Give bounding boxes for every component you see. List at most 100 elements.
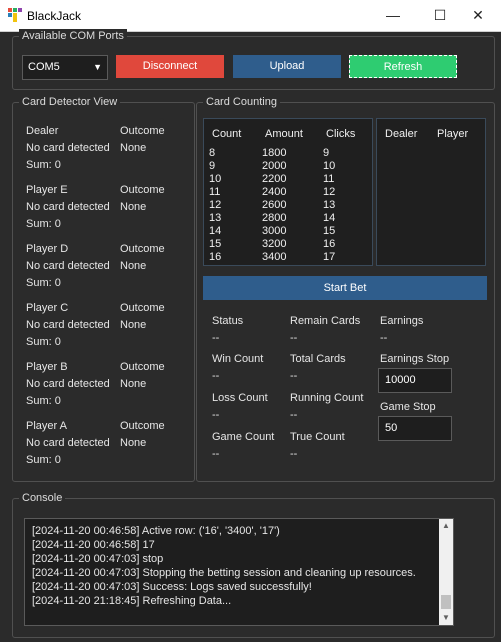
remain-cards-value: -- [290,332,298,344]
card-status: No card detected [26,319,110,331]
scroll-thumb[interactable] [441,595,451,609]
player-name: Player E [26,184,68,196]
player-name: Player C [26,302,69,314]
console-scrollbar[interactable]: ▲ ▼ [439,519,453,625]
com-ports-group-title: Available COM Ports [19,29,127,43]
player-name: Player A [26,420,67,432]
game-count-label: Game Count [212,431,275,443]
table-cell: 16 [323,238,336,250]
chevron-down-icon: ▼ [93,62,102,72]
player-sum: Sum: 0 [26,454,61,466]
scroll-up-icon[interactable]: ▲ [439,519,453,533]
outcome-value: None [120,319,147,331]
table-cell: 14 [323,212,336,224]
player-name: Player B [26,361,68,373]
player-sum: Sum: 0 [26,277,61,289]
game-stop-label: Game Stop [380,401,436,413]
disconnect-button[interactable]: Disconnect [116,55,224,78]
table-cell: 11 [323,173,335,185]
player-sum: Sum: 0 [26,336,61,348]
win-count-value: -- [212,370,220,382]
running-count-label: Running Count [290,392,364,404]
close-button[interactable]: ✕ [455,0,501,31]
table-cell: 12 [209,199,222,211]
earnings-stop-input[interactable]: 10000 [378,368,452,393]
column-header-dealer: Dealer [385,128,418,140]
remain-cards-label: Remain Cards [290,315,361,327]
card-status: No card detected [26,378,110,390]
player-name: Player D [26,243,69,255]
scroll-down-icon[interactable]: ▼ [439,611,453,625]
table-cell: 15 [209,238,222,250]
outcome-header: Outcome [120,243,165,255]
log-line: [2024-11-20 00:46:58] Active row: ('16',… [32,525,280,537]
table-cell: 15 [323,225,336,237]
table-cell: 10 [323,160,336,172]
player-sum: Sum: 0 [26,395,61,407]
outcome-value: None [120,142,147,154]
count-table[interactable]: Count Amount Clicks 8 1800 9 9 2000 10 1… [203,118,373,266]
table-cell: 2800 [262,212,287,224]
column-header-amount: Amount [265,128,303,140]
start-bet-button[interactable]: Start Bet [203,276,487,300]
table-cell: 12 [323,186,336,198]
com-port-value: COM5 [28,61,60,73]
outcome-value: None [120,201,147,213]
refresh-button[interactable]: Refresh [349,55,457,78]
console-log[interactable]: [2024-11-20 00:46:58] Active row: ('16',… [24,518,454,626]
win-count-label: Win Count [212,353,264,365]
table-cell: 14 [209,225,222,237]
table-cell: 10 [209,173,222,185]
total-cards-label: Total Cards [290,353,346,365]
app-icon [8,8,22,22]
running-count-value: -- [290,409,298,421]
earnings-label: Earnings [380,315,424,327]
outcome-header: Outcome [120,361,165,373]
table-cell: 3200 [262,238,287,250]
table-cell: 2600 [262,199,287,211]
table-cell: 13 [323,199,336,211]
table-cell: 3000 [262,225,287,237]
log-line: [2024-11-20 00:47:03] stop [32,553,164,565]
card-status: No card detected [26,142,110,154]
console-group-title: Console [19,491,66,505]
loss-count-label: Loss Count [212,392,268,404]
upload-button[interactable]: Upload [233,55,341,78]
log-line: [2024-11-20 00:47:03] Success: Logs save… [32,581,312,593]
outcome-header: Outcome [120,302,165,314]
column-header-count: Count [212,128,242,140]
log-line: [2024-11-20 00:46:58] 17 [32,539,155,551]
table-cell: 3400 [262,251,287,263]
player-name: Dealer [26,125,59,137]
table-cell: 2400 [262,186,287,198]
dealer-player-table[interactable]: Dealer Player [376,118,486,266]
column-header-clicks: Clicks [326,128,356,140]
card-status: No card detected [26,260,110,272]
card-counting-group-title: Card Counting [203,95,280,109]
outcome-header: Outcome [120,125,165,137]
com-port-select[interactable]: COM5 ▼ [22,55,108,80]
column-header-player: Player [437,128,469,140]
table-cell: 11 [209,186,221,198]
outcome-value: None [120,378,147,390]
game-stop-input[interactable]: 50 [378,416,452,441]
player-sum: Sum: 0 [26,159,61,171]
table-cell: 13 [209,212,222,224]
minimize-button[interactable]: — [370,0,416,31]
table-cell: 2000 [262,160,287,172]
outcome-value: None [120,437,147,449]
card-status: No card detected [26,201,110,213]
status-label: Status [212,315,244,327]
true-count-value: -- [290,448,298,460]
title-bar: BlackJack — ☐ ✕ [0,0,501,32]
total-cards-value: -- [290,370,298,382]
loss-count-value: -- [212,409,220,421]
table-cell: 16 [209,251,222,263]
game-count-value: -- [212,448,220,460]
outcome-value: None [120,260,147,272]
earnings-stop-label: Earnings Stop [380,353,450,365]
table-cell: 9 [209,160,216,172]
earnings-value: -- [380,332,388,344]
table-cell: 8 [209,147,216,159]
table-cell: 2200 [262,173,287,185]
